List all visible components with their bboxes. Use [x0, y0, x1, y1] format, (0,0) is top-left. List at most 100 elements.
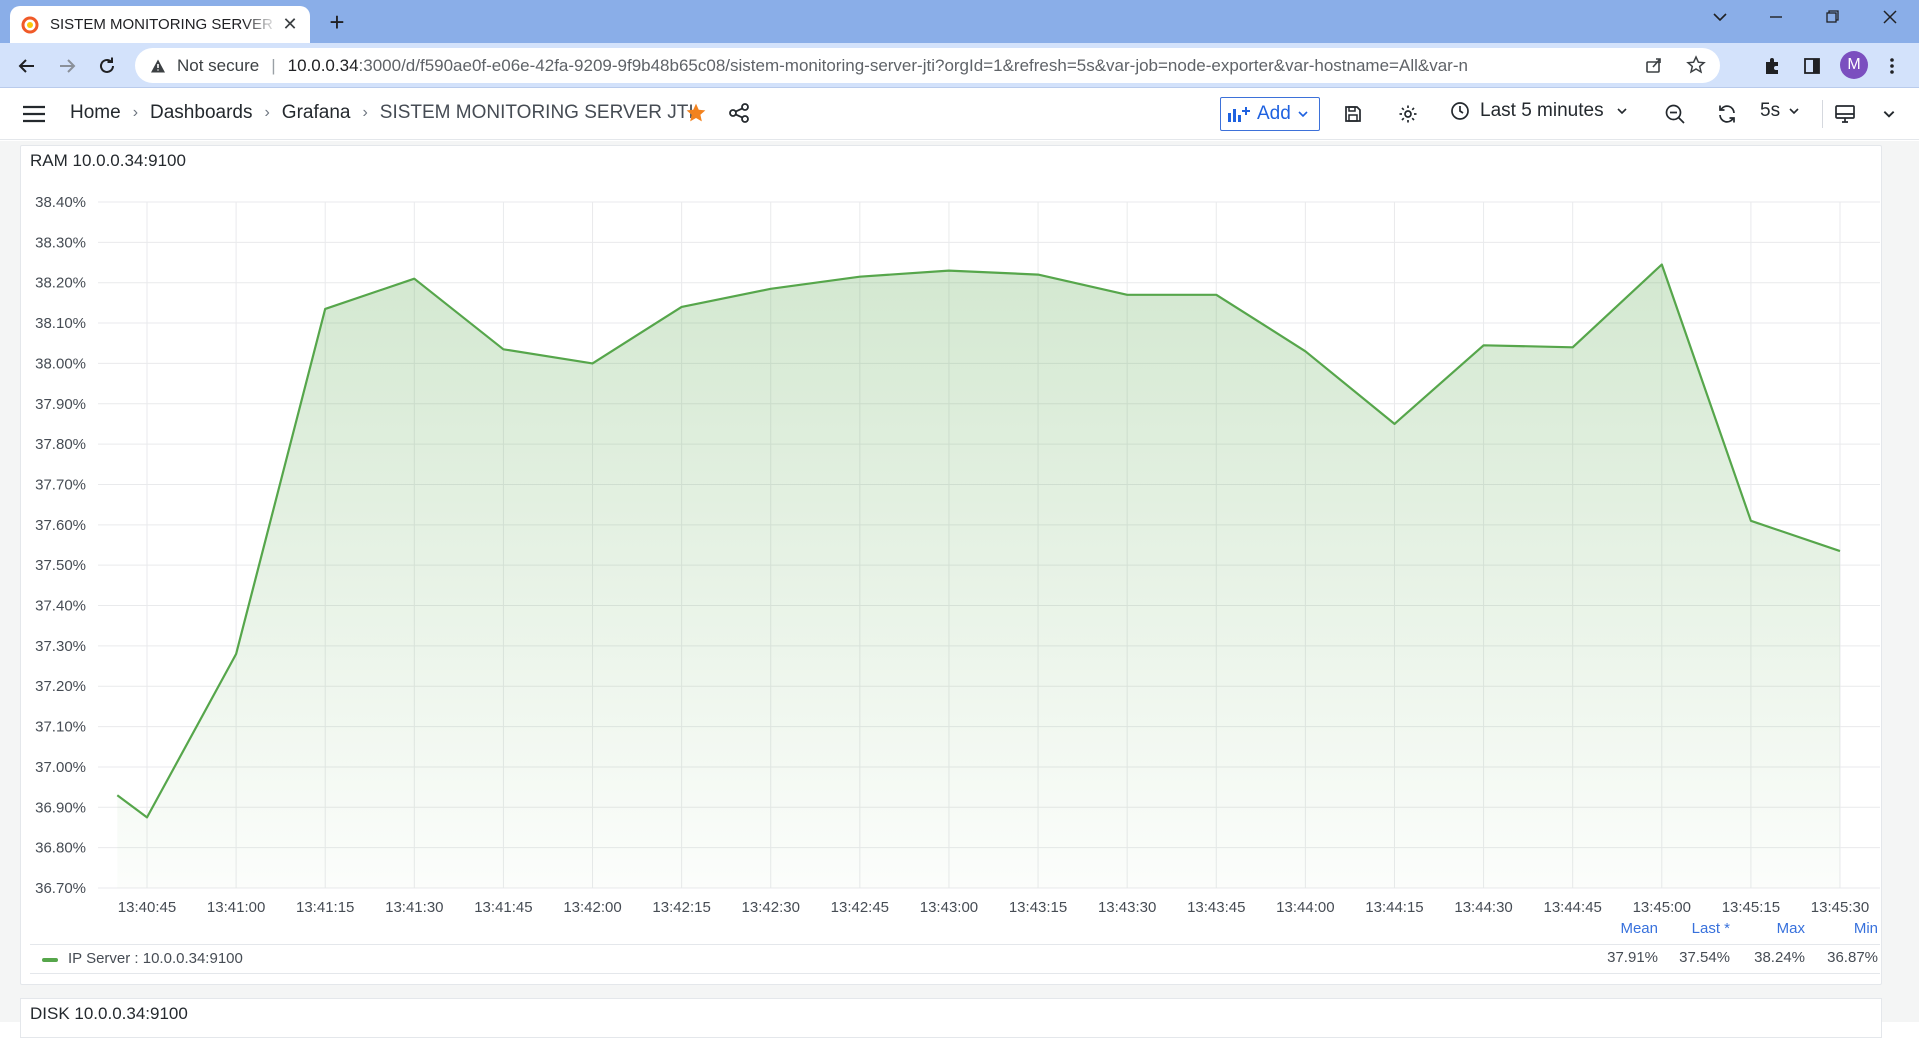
- x-tick-label: 13:41:00: [207, 899, 265, 916]
- url-text[interactable]: 10.0.0.34:3000/d/f590ae0f-e06e-42fa-9209…: [288, 56, 1468, 76]
- tv-mode-icon[interactable]: [1832, 101, 1858, 127]
- x-tick-label: 13:41:15: [296, 899, 354, 916]
- extensions-icon[interactable]: [1758, 52, 1786, 80]
- y-tick-label: 37.60%: [35, 517, 86, 534]
- y-tick-label: 36.80%: [35, 840, 86, 857]
- breadcrumb-dashboards[interactable]: Dashboards: [150, 102, 252, 124]
- ram-time-series-chart[interactable]: 36.70% 36.80% 36.90% 37.00% 37.10% 37.20% 37.3…: [20, 180, 1880, 940]
- browser-toolbar: Not secure | 10.0.0.34:3000/d/f590ae0f-e…: [0, 43, 1919, 88]
- y-tick-label: 37.10%: [35, 719, 86, 736]
- share-page-icon[interactable]: [1644, 55, 1664, 75]
- close-window-icon[interactable]: [1862, 0, 1918, 40]
- new-tab-icon[interactable]: +: [322, 8, 352, 38]
- add-panel-icon: [1227, 105, 1251, 123]
- refresh-interval-picker[interactable]: 5s: [1760, 100, 1800, 122]
- x-tick-label: 13:43:00: [920, 899, 978, 916]
- y-tick-label: 37.00%: [35, 759, 86, 776]
- y-tick-label: 37.70%: [35, 476, 86, 493]
- bookmark-star-icon[interactable]: [1686, 55, 1706, 75]
- y-tick-label: 37.90%: [35, 396, 86, 413]
- disk-panel-title[interactable]: DISK 10.0.0.34:9100: [30, 1004, 188, 1024]
- restore-icon[interactable]: [1804, 0, 1860, 40]
- profile-avatar[interactable]: M: [1840, 51, 1868, 79]
- breadcrumb: Home › Dashboards › Grafana › SISTEM MON…: [70, 102, 694, 124]
- save-dashboard-icon[interactable]: [1340, 101, 1366, 127]
- legend-header-mean[interactable]: Mean: [1598, 920, 1658, 937]
- side-panel-icon[interactable]: [1798, 52, 1826, 80]
- breadcrumb-folder[interactable]: Grafana: [282, 102, 351, 124]
- y-tick-label: 36.70%: [35, 880, 86, 897]
- x-tick-label: 13:42:45: [831, 899, 889, 916]
- grafana-favicon-icon: [20, 15, 40, 35]
- y-tick-label: 38.40%: [35, 194, 86, 211]
- x-tick-label: 13:43:15: [1009, 899, 1067, 916]
- y-tick-label: 37.40%: [35, 598, 86, 615]
- clock-icon: [1450, 101, 1470, 121]
- add-button[interactable]: Add: [1220, 97, 1320, 131]
- favorite-star-icon[interactable]: [685, 102, 707, 124]
- refresh-interval-label: 5s: [1760, 100, 1780, 122]
- y-tick-label: 37.30%: [35, 638, 86, 655]
- add-button-label: Add: [1257, 103, 1291, 125]
- y-tick-label: 38.30%: [35, 234, 86, 251]
- x-tick-label: 13:44:15: [1365, 899, 1423, 916]
- x-tick-label: 13:42:15: [652, 899, 710, 916]
- chevron-down-icon: [1788, 105, 1800, 117]
- share-icon[interactable]: [728, 102, 750, 124]
- legend-header-max[interactable]: Max: [1745, 920, 1805, 937]
- tab-search-chevron-icon[interactable]: [1692, 0, 1748, 40]
- menu-icon[interactable]: [22, 104, 46, 124]
- legend-series-name[interactable]: IP Server : 10.0.0.34:9100: [68, 950, 243, 967]
- browser-tab-title: SISTEM MONITORING SERVER JTI: [50, 16, 278, 33]
- y-tick-label: 37.80%: [35, 436, 86, 453]
- x-tick-label: 13:43:30: [1098, 899, 1156, 916]
- legend-value-last: 37.54%: [1670, 949, 1730, 966]
- x-tick-label: 13:40:45: [118, 899, 176, 916]
- x-tick-label: 13:43:45: [1187, 899, 1245, 916]
- panel-title[interactable]: RAM 10.0.0.34:9100: [30, 151, 186, 171]
- time-range-picker[interactable]: Last 5 minutes: [1450, 100, 1628, 122]
- series-area-fill: [117, 265, 1840, 889]
- series-color-swatch[interactable]: [42, 958, 58, 962]
- x-tick-label: 13:44:30: [1454, 899, 1512, 916]
- legend-value-max: 38.24%: [1745, 949, 1805, 966]
- minimize-icon[interactable]: [1748, 0, 1804, 40]
- x-tick-label: 13:44:00: [1276, 899, 1334, 916]
- y-tick-label: 36.90%: [35, 799, 86, 816]
- reload-icon[interactable]: [90, 49, 124, 83]
- warning-icon: [149, 58, 167, 74]
- y-tick-label: 38.10%: [35, 315, 86, 332]
- x-tick-label: 13:42:30: [742, 899, 800, 916]
- settings-gear-icon[interactable]: [1395, 101, 1421, 127]
- chevron-right-icon: ›: [264, 104, 269, 122]
- x-tick-label: 13:45:15: [1722, 899, 1780, 916]
- legend-header-min[interactable]: Min: [1818, 920, 1878, 937]
- legend-value-min: 36.87%: [1818, 949, 1878, 966]
- chevron-right-icon: ›: [133, 104, 138, 122]
- x-tick-label: 13:41:30: [385, 899, 443, 916]
- y-tick-label: 38.20%: [35, 275, 86, 292]
- browser-tab[interactable]: SISTEM MONITORING SERVER JTI ✕: [10, 6, 310, 43]
- tab-close-icon[interactable]: ✕: [280, 14, 300, 35]
- y-tick-label: 37.20%: [35, 678, 86, 695]
- breadcrumb-home[interactable]: Home: [70, 102, 121, 124]
- x-tick-label: 13:42:00: [563, 899, 621, 916]
- back-icon[interactable]: [10, 49, 44, 83]
- legend-header-last[interactable]: Last *: [1670, 920, 1730, 937]
- y-tick-label: 37.50%: [35, 557, 86, 574]
- chevron-right-icon: ›: [362, 104, 367, 122]
- time-range-label: Last 5 minutes: [1480, 100, 1604, 122]
- x-tick-label: 13:44:45: [1543, 899, 1601, 916]
- zoom-out-icon[interactable]: [1662, 101, 1688, 127]
- browser-menu-icon[interactable]: [1878, 52, 1906, 80]
- disk-panel: [20, 998, 1882, 1038]
- chevron-down-icon: [1616, 105, 1628, 117]
- not-secure-label: Not secure: [177, 56, 259, 76]
- forward-icon[interactable]: [50, 49, 84, 83]
- chevron-down-icon[interactable]: [1876, 101, 1902, 127]
- x-tick-label: 13:45:30: [1811, 899, 1869, 916]
- chevron-down-icon: [1297, 108, 1309, 120]
- refresh-icon[interactable]: [1714, 101, 1740, 127]
- address-bar[interactable]: Not secure | 10.0.0.34:3000/d/f590ae0f-e…: [135, 48, 1720, 83]
- x-tick-label: 13:41:45: [474, 899, 532, 916]
